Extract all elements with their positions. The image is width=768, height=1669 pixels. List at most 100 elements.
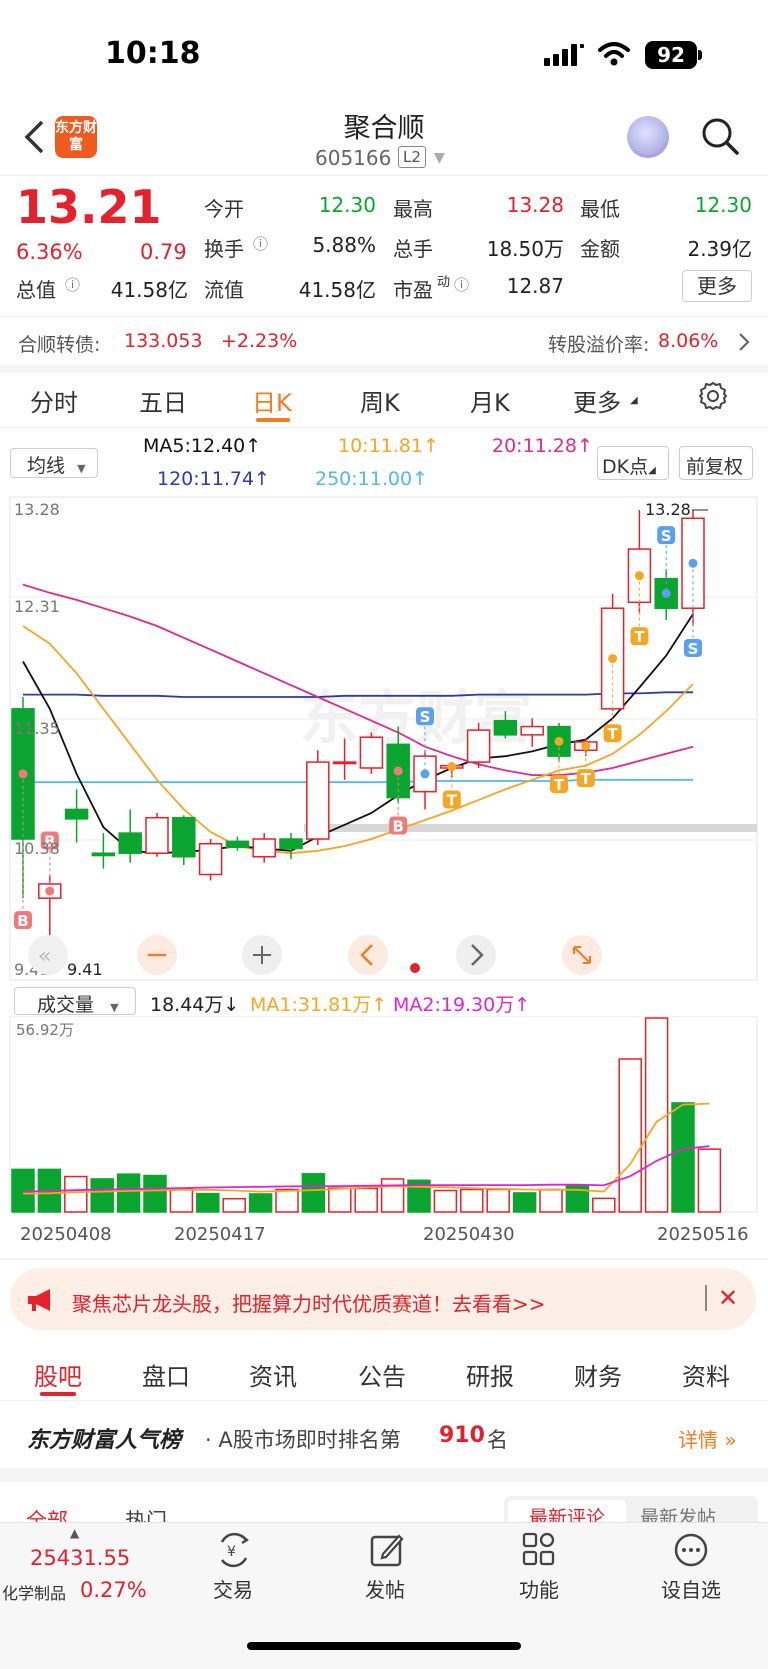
fullscreen-button[interactable]: [562, 935, 602, 975]
volume-chart[interactable]: 56.92万 20250408 20250417 20250430 202505…: [0, 1016, 768, 1258]
zoom-out-button[interactable]: [137, 935, 177, 975]
signal-dot: [581, 741, 591, 751]
tab-order-book[interactable]: 盘口: [142, 1357, 190, 1392]
info-icon[interactable]: ⓘ: [253, 233, 268, 254]
index-name: 化学制品: [2, 1584, 67, 1603]
divider: [0, 427, 768, 428]
ma120-value: 120:11.74↑: [157, 468, 270, 490]
info-icon[interactable]: ⓘ: [454, 274, 469, 295]
settings-gear-icon[interactable]: [697, 380, 729, 412]
double-chevron-icon: »: [718, 1428, 737, 1452]
volume-bar: [433, 1189, 458, 1213]
tab-weekly-k[interactable]: 周K: [360, 383, 400, 418]
signal-label: B: [392, 817, 403, 835]
candle: [118, 832, 142, 854]
y-axis-high: 13.28: [14, 500, 60, 519]
popularity-detail-link[interactable]: 详情 »: [678, 1424, 737, 1453]
candle: [225, 840, 250, 849]
more-caret-icon: ◢: [630, 395, 638, 406]
trade-button[interactable]: 交易: [188, 1574, 278, 1603]
dropdown-arrow-icon[interactable]: ▼: [434, 150, 445, 166]
close-banner-icon[interactable]: ✕: [718, 1284, 738, 1312]
volume-bar: [116, 1173, 141, 1213]
dk-point-button[interactable]: DK点◢: [597, 446, 669, 480]
next-candle-button[interactable]: [456, 935, 496, 975]
tab-intraday[interactable]: 分时: [30, 383, 78, 418]
y-axis-tick: 11.35: [14, 719, 60, 738]
volume-value: 18.50万: [486, 237, 564, 261]
cellular-signal-icon: [544, 44, 584, 66]
info-icon[interactable]: ⓘ: [65, 274, 80, 295]
divider: [0, 1400, 768, 1401]
adjust-price-button[interactable]: 前复权: [679, 446, 753, 480]
signal-label: S: [661, 527, 672, 545]
premium-label: 转股溢价率:: [548, 334, 650, 356]
chevron-right-icon[interactable]: [738, 332, 750, 352]
volume-bar: [671, 1102, 695, 1213]
assistant-avatar-icon[interactable]: [627, 116, 669, 158]
candle: [332, 761, 357, 765]
add-watchlist-button[interactable]: 设自选: [646, 1574, 736, 1603]
candle: [359, 736, 384, 769]
signal-dot: [393, 766, 403, 776]
ma-selector[interactable]: 均线 ▼: [10, 448, 98, 478]
more-quote-button[interactable]: 更多: [682, 270, 752, 302]
edit-post-icon[interactable]: [369, 1532, 405, 1568]
volume-bar: [697, 1148, 722, 1213]
volume-bar: [644, 1017, 669, 1213]
level2-badge[interactable]: L2: [398, 146, 426, 168]
previous-candle-button[interactable]: [348, 935, 388, 975]
y-axis-tick: 12.31: [14, 597, 60, 616]
search-icon[interactable]: [700, 116, 740, 156]
current-price: 13.21: [16, 180, 162, 234]
tab-daily-k[interactable]: 日K: [252, 383, 292, 418]
volume-bar: [354, 1187, 378, 1213]
open-label: 今开: [204, 197, 244, 221]
trade-icon[interactable]: ¥: [214, 1532, 254, 1568]
index-value[interactable]: 25431.55: [30, 1546, 130, 1570]
tab-news[interactable]: 资讯: [249, 1357, 297, 1392]
high-marker-label: 13.28: [645, 500, 691, 519]
signal-dot: [447, 762, 457, 772]
ma10-value: 10:11.81↑: [338, 435, 439, 457]
signal-dot: [608, 654, 618, 664]
support-band: [304, 824, 757, 832]
mktcap-value: 41.58亿: [110, 278, 188, 302]
scroll-left-button[interactable]: «: [28, 935, 68, 975]
volume-bar: [592, 1197, 616, 1213]
signal-label: T: [634, 628, 645, 646]
tab-five-day[interactable]: 五日: [139, 383, 187, 418]
promo-banner-text: 聚焦芯片龙头股，把握算力时代优质赛道！去看看>>: [72, 1292, 546, 1316]
stock-code: 605166: [315, 146, 392, 170]
volume-bar: [380, 1178, 405, 1213]
watchlist-icon[interactable]: [673, 1532, 709, 1568]
volume-bar: [90, 1178, 114, 1213]
tab-financials[interactable]: 财务: [574, 1357, 622, 1392]
tab-announcements[interactable]: 公告: [358, 1357, 406, 1392]
tab-profile[interactable]: 资料: [682, 1357, 730, 1392]
functions-button[interactable]: 功能: [494, 1574, 584, 1603]
zoom-in-button[interactable]: [242, 935, 282, 975]
volume-max-label: 56.92万: [16, 1021, 74, 1039]
detail-label: 详情: [678, 1428, 718, 1452]
post-button[interactable]: 发帖: [340, 1574, 430, 1603]
candle: [520, 725, 544, 736]
tab-more[interactable]: 更多: [573, 383, 621, 418]
high-label: 最高: [393, 197, 433, 221]
bond-price[interactable]: 133.053: [124, 330, 203, 352]
tab-forum[interactable]: 股吧: [34, 1357, 82, 1392]
apps-grid-icon[interactable]: [522, 1532, 556, 1568]
divider: [0, 1258, 768, 1260]
megaphone-icon: [28, 1289, 50, 1311]
volume-bar: [275, 1188, 299, 1213]
expand-caret-icon[interactable]: ▲: [70, 1526, 79, 1540]
signal-dot: [661, 588, 671, 598]
low-value: 12.30: [694, 193, 752, 217]
signal-dot: [634, 571, 644, 581]
volume-indicator-selector[interactable]: 成交量 ▼: [14, 987, 136, 1016]
tab-research[interactable]: 研报: [466, 1357, 514, 1392]
candlestick-chart[interactable]: 东方财富 BBBSTT TTTSS 13.28 12.31 11.35 10.38…: [0, 490, 768, 990]
signal-label: S: [688, 640, 699, 658]
tab-monthly-k[interactable]: 月K: [470, 383, 510, 418]
popularity-title: 东方财富人气榜: [27, 1428, 182, 1453]
